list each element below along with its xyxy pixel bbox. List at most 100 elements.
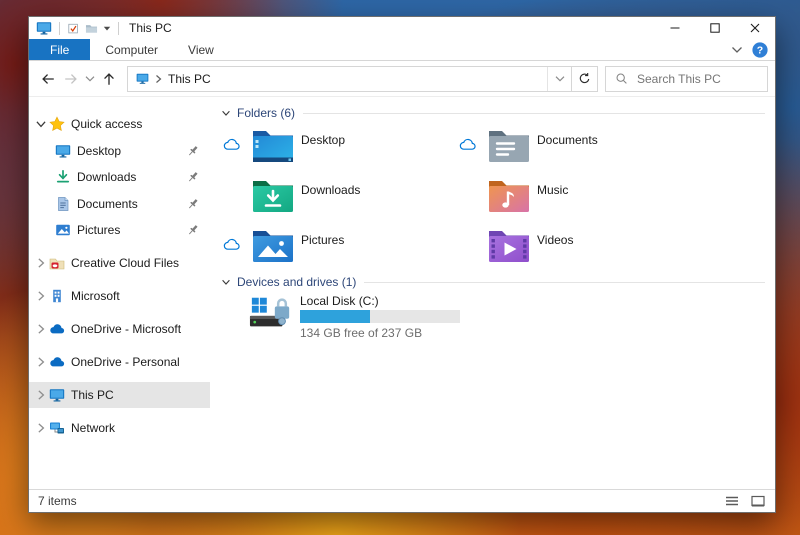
details-view-button[interactable] [723,493,740,510]
chevron-right-icon[interactable] [35,257,47,269]
close-icon [749,22,761,34]
section-divider-line [303,112,765,114]
chevron-right-icon[interactable] [35,356,47,368]
search-input[interactable] [635,70,758,87]
window-title: This PC [129,21,172,35]
new-folder-icon[interactable] [85,22,98,35]
status-bar: 7 items [29,489,775,512]
close-button[interactable] [735,17,775,39]
window-controls [655,17,775,39]
pin-icon [186,223,200,237]
sidebar-item-label: Downloads [77,170,137,184]
this-pc-icon [36,20,52,36]
titlebar[interactable]: This PC [29,17,775,39]
chevron-down-icon [555,74,565,84]
onedrive-status-cloud-icon [459,138,476,151]
sidebar-item-onedrive-microsoft[interactable]: OneDrive - Microsoft [29,316,210,342]
desktop-side-icon [55,143,71,159]
breadcrumb-chevron-icon[interactable] [155,74,162,84]
explorer-main-area: Quick access Desktop Downloads Documents Pic… [29,97,775,489]
folder-tile-label: Pictures [301,233,345,247]
chevron-right-icon[interactable] [35,290,47,302]
sidebar-item-label: Microsoft [71,289,120,303]
chevron-right-icon[interactable] [35,422,47,434]
chevron-right-icon[interactable] [35,323,47,335]
sidebar-item-microsoft[interactable]: Microsoft [29,283,210,309]
breadcrumb[interactable]: This PC [128,67,547,91]
thumbnail-view-button[interactable] [749,493,766,510]
folder-downloads-icon [251,176,295,214]
onedrive-status-cloud-icon [223,138,240,151]
drives-section-header[interactable]: Devices and drives (1) [221,274,765,290]
minimize-icon [669,22,681,34]
sidebar-item-label: Pictures [77,223,121,237]
disk-usage-bar [300,310,460,323]
address-bar[interactable]: This PC [127,65,572,92]
section-collapse-chevron-icon[interactable] [221,277,231,287]
folders-section-header[interactable]: Folders (6) [221,105,765,121]
this-pc-icon [136,72,149,85]
collapse-ribbon-chevron-icon[interactable] [731,44,743,56]
search-box[interactable] [605,65,768,92]
folders-grid: Desktop Documents Downloads Music Pictures Vi… [216,124,688,274]
recent-locations-chevron-icon [85,74,95,84]
folder-tile-desktop[interactable]: Desktop [216,124,452,174]
sidebar-item-label: OneDrive - Microsoft [71,322,182,336]
sidebar-item-this-pc[interactable]: This PC [29,382,210,408]
forward-button[interactable] [59,67,82,91]
maximize-button[interactable] [695,17,735,39]
chevron-down-icon[interactable] [35,118,47,130]
help-icon[interactable]: ? [752,41,768,58]
folder-tile-downloads[interactable]: Downloads [216,174,452,224]
breadcrumb-location[interactable]: This PC [168,72,211,86]
disk-usage-fill [300,310,370,323]
address-dropdown-button[interactable] [547,66,571,91]
sidebar-item-downloads[interactable]: Downloads [29,164,210,190]
folder-tile-documents[interactable]: Documents [452,124,688,174]
content-pane: Folders (6) Desktop Documents Downloads Mus… [216,97,775,489]
sidebar-item-documents[interactable]: Documents [29,191,210,217]
divider [59,21,60,35]
section-divider-line [364,281,765,283]
recent-locations-button[interactable] [82,67,97,91]
refresh-button[interactable] [572,65,598,92]
ms-building-icon [49,288,65,304]
sidebar-item-label: Network [71,421,116,435]
section-collapse-chevron-icon[interactable] [221,108,231,118]
drive-free-space-text: 134 GB free of 237 GB [300,326,423,340]
properties-icon[interactable] [67,22,80,35]
sidebar-item-quick-access[interactable]: Quick access [29,111,210,137]
sidebar-item-label: Creative Cloud Files [71,256,180,270]
ribbon-right-controls: ? [731,39,768,60]
folder-tile-videos[interactable]: Videos [452,224,688,274]
pin-icon [186,144,200,158]
items-count: 7 items [38,494,77,508]
navigation-pane: Quick access Desktop Downloads Documents Pic… [29,97,210,489]
pin-icon [186,170,200,184]
sidebar-item-desktop[interactable]: Desktop [29,138,210,164]
chevron-right-icon[interactable] [35,389,47,401]
minimize-button[interactable] [655,17,695,39]
drive-info: Local Disk (C:) 134 GB free of 237 GB [300,294,460,340]
sidebar-item-pictures[interactable]: Pictures [29,217,210,243]
folder-tile-music[interactable]: Music [452,174,688,224]
sidebar-item-label: Desktop [77,144,122,158]
sidebar-item-onedrive-personal[interactable]: OneDrive - Personal [29,349,210,375]
sidebar-item-creative-cloud-files[interactable]: Creative Cloud Files [29,250,210,276]
drive-tile-local-disk-c[interactable]: Local Disk (C:) 134 GB free of 237 GB [249,294,460,340]
tab-file[interactable]: File [29,39,91,60]
folder-tile-label: Desktop [301,133,346,147]
onedrive-cloud-icon [49,354,65,370]
folder-tile-pictures[interactable]: Pictures [216,224,452,274]
tab-computer[interactable]: Computer [90,39,173,60]
sidebar-item-network[interactable]: Network [29,415,210,441]
onedrive-status-empty [223,188,240,201]
tab-view[interactable]: View [173,39,229,60]
qat-caret-down-icon[interactable] [103,25,111,32]
up-button[interactable] [97,67,120,91]
pin-icon [186,197,200,211]
back-button[interactable] [36,67,59,91]
folder-music-icon [487,176,531,214]
drives-list: Local Disk (C:) 134 GB free of 237 GB [249,294,460,340]
folder-tile-label: Documents [537,133,598,147]
